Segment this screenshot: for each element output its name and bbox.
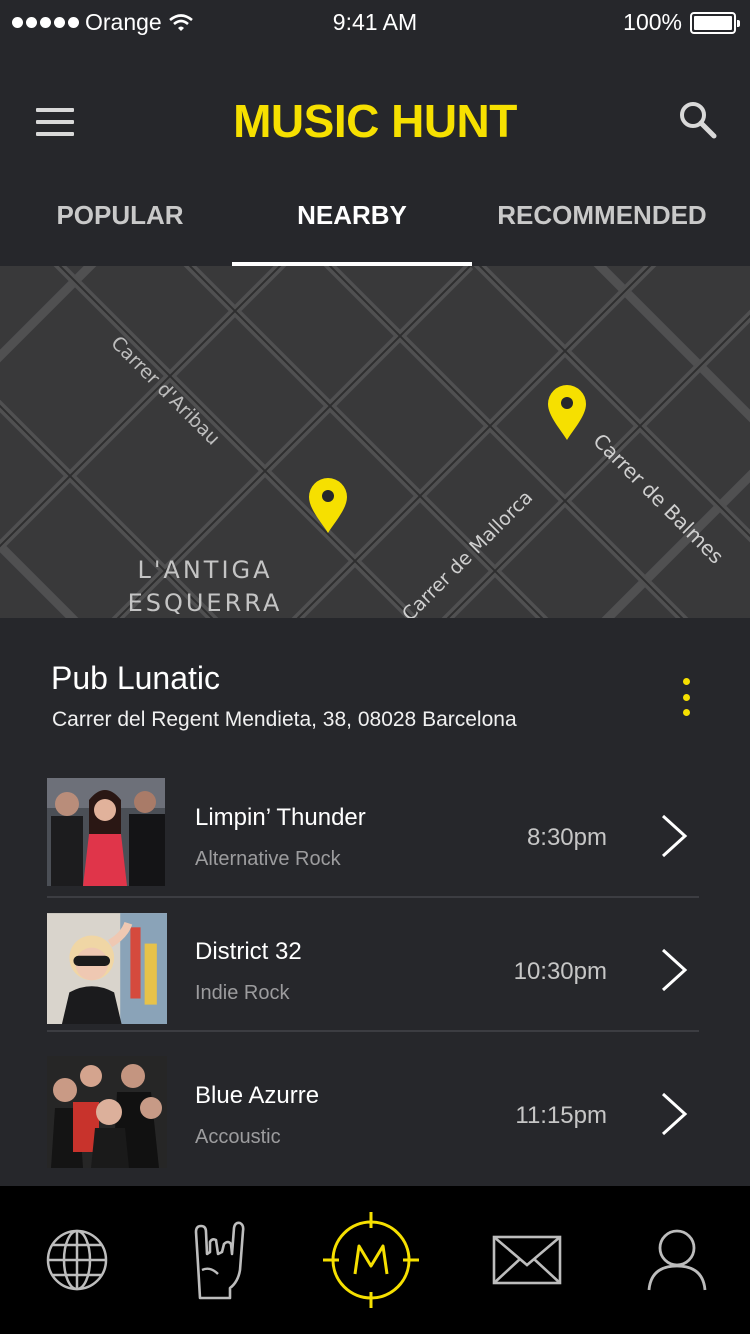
nav-profile[interactable] [602,1186,750,1334]
event-time: 10:30pm [513,958,607,985]
battery-icon [690,11,740,34]
tab-recommended[interactable]: RECOMMENDED [472,196,732,266]
nav-music-hunt[interactable] [296,1186,446,1334]
band-genre: Alternative Rock [195,848,341,870]
district-label-line2: ESQUERRA [128,589,283,617]
row-divider [47,896,699,898]
more-options-icon[interactable] [676,678,696,716]
nav-rock[interactable] [143,1186,293,1334]
status-bar: Orange 9:41 AM 100% [0,0,750,46]
search-icon[interactable] [676,98,720,142]
nav-messages[interactable] [452,1186,602,1334]
app-title: MUSIC HUNT [233,95,517,147]
tab-nearby[interactable]: NEARBY [232,196,472,266]
music-hunt-target-icon [323,1212,419,1308]
rock-hand-icon [194,1221,245,1300]
event-row[interactable]: Blue Azurre Accoustic 11:15pm [47,1056,699,1168]
tab-bar: POPULAR NEARBY RECOMMENDED [0,196,750,266]
venue-card: Pub Lunatic Carrer del Regent Mendieta, … [0,618,750,1186]
profile-icon [647,1229,707,1291]
district-label-line1: L'ANTIGA [137,556,272,584]
event-time: 11:15pm [515,1102,607,1129]
band-genre: Indie Rock [195,982,290,1004]
event-time: 8:30pm [526,824,607,851]
mail-icon [492,1235,562,1285]
battery-percent: 100% [623,9,682,35]
chevron-right-icon[interactable] [659,1090,689,1138]
chevron-right-icon[interactable] [659,946,689,994]
tab-popular[interactable]: POPULAR [0,196,240,266]
status-right: 100% [623,9,740,36]
band-name: Limpin’ Thunder [195,804,366,831]
event-row[interactable]: Limpin’ Thunder Alternative Rock 8:30pm [47,778,699,898]
bottom-navigation [0,1186,750,1334]
chevron-right-icon[interactable] [659,812,689,860]
band-genre: Accoustic [195,1126,281,1148]
band-name: District 32 [195,938,302,965]
band-photo [47,1056,167,1168]
globe-icon [46,1229,108,1291]
venue-name: Pub Lunatic [51,660,221,696]
band-photo [47,913,167,1024]
band-photo [47,778,165,886]
event-row[interactable]: District 32 Indie Rock 10:30pm [47,912,699,1032]
row-divider [47,1030,699,1032]
nav-explore[interactable] [2,1186,152,1334]
venue-address: Carrer del Regent Mendieta, 38, 08028 Ba… [52,708,517,731]
app-header: MUSIC HUNT [0,46,750,196]
nearby-map[interactable]: Carrer d'Aribau Carrer de Balmes Carrer … [0,266,750,618]
band-name: Blue Azurre [195,1082,320,1109]
